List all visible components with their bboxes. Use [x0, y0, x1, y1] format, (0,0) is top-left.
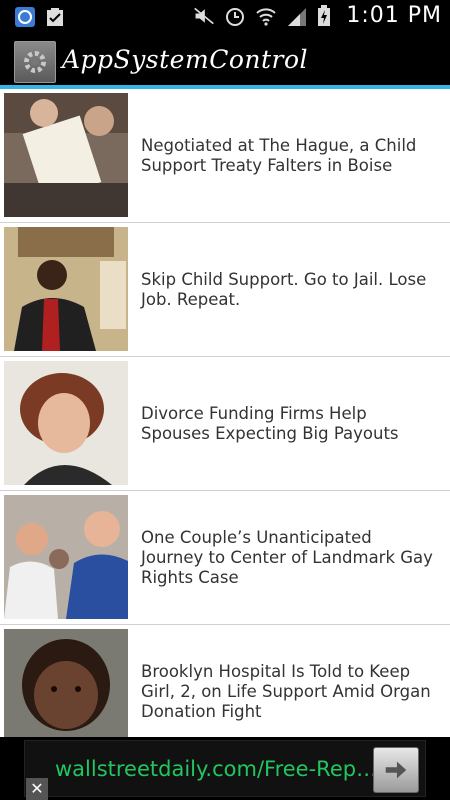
article-headline: Brooklyn Hospital Is Told to Keep Girl, …: [141, 661, 431, 721]
article-thumbnail: [4, 629, 128, 737]
article-thumbnail: [4, 361, 128, 485]
mute-icon: [194, 7, 215, 24]
list-item[interactable]: Brooklyn Hospital Is Told to Keep Girl, …: [0, 625, 450, 737]
list-item[interactable]: Negotiated at The Hague, a Child Support…: [0, 89, 450, 223]
signal-icon: [288, 7, 307, 26]
status-clock: 1:01 PM: [346, 3, 442, 28]
wifi-icon: [256, 7, 277, 26]
ad-banner[interactable]: wallstreetdaily.com/Free-Rep…: [0, 737, 450, 800]
gear-icon[interactable]: [14, 41, 56, 83]
clipboard-check-icon: [47, 8, 63, 26]
ad-close-button[interactable]: ✕: [26, 778, 48, 800]
article-headline: Divorce Funding Firms Help Spouses Expec…: [141, 403, 399, 443]
article-thumbnail: [4, 93, 128, 217]
arrow-right-icon: [385, 761, 407, 779]
article-headline: One Couple’s Unanticipated Journey to Ce…: [141, 527, 433, 587]
article-thumbnail: [4, 227, 128, 351]
app-title: AppSystemControl: [62, 45, 309, 74]
article-list[interactable]: Negotiated at The Hague, a Child Support…: [0, 89, 450, 737]
list-item[interactable]: Skip Child Support. Go to Jail. Lose Job…: [0, 223, 450, 357]
article-thumbnail: [4, 495, 128, 619]
battery-charging-icon: [318, 4, 331, 26]
list-item[interactable]: One Couple’s Unanticipated Journey to Ce…: [0, 491, 450, 625]
article-headline: Negotiated at The Hague, a Child Support…: [141, 135, 417, 175]
action-bar: AppSystemControl: [0, 33, 450, 89]
status-bar: 1:01 PM: [0, 0, 450, 33]
ad-link[interactable]: wallstreetdaily.com/Free-Rep…: [55, 757, 385, 781]
alarm-icon: [226, 7, 245, 26]
ad-container[interactable]: wallstreetdaily.com/Free-Rep…: [24, 740, 426, 797]
article-headline: Skip Child Support. Go to Jail. Lose Job…: [141, 269, 427, 309]
list-item[interactable]: Divorce Funding Firms Help Spouses Expec…: [0, 357, 450, 491]
ad-go-button[interactable]: [373, 747, 419, 793]
app-notification-icon: [15, 7, 35, 27]
